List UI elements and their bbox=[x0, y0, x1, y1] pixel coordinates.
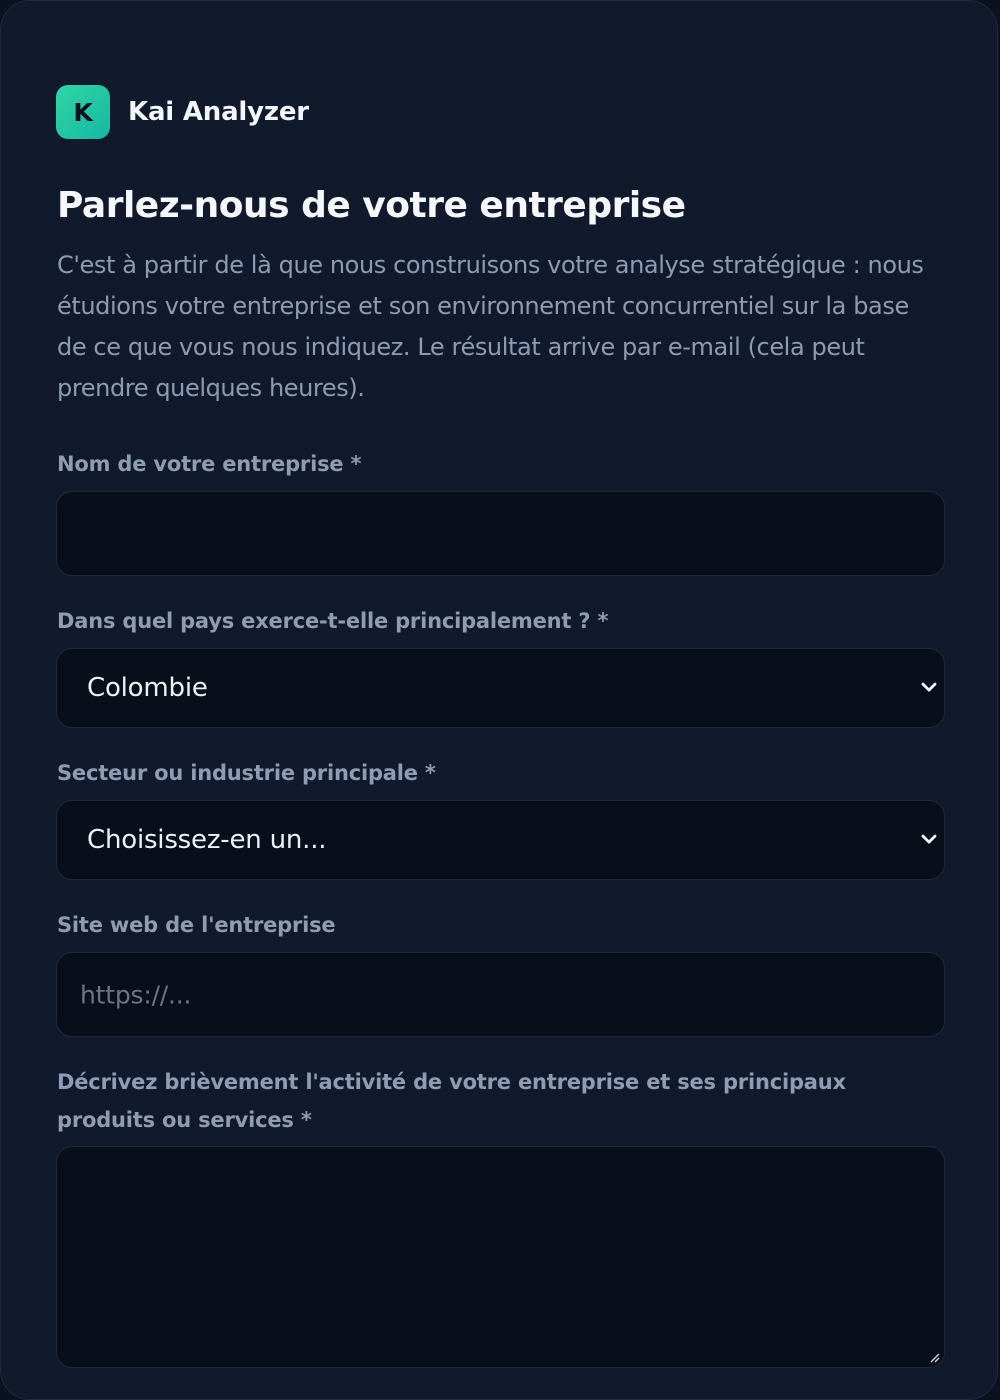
kai-logo-icon: K bbox=[56, 85, 110, 139]
chevron-down-icon bbox=[921, 682, 937, 692]
form-card: K Kai Analyzer Parlez-nous de votre entr… bbox=[0, 0, 998, 1400]
sector-select-value: Choisissez-en un... bbox=[87, 825, 327, 855]
sector-label: Secteur ou industrie principale * bbox=[57, 761, 436, 785]
chevron-down-icon bbox=[921, 834, 937, 844]
resize-handle-icon[interactable] bbox=[928, 1351, 940, 1363]
intro-text: C'est à partir de là que nous construiso… bbox=[57, 251, 924, 402]
brand-header: K Kai Analyzer bbox=[56, 85, 309, 139]
company-name-input[interactable] bbox=[56, 491, 945, 576]
website-input[interactable]: https://... bbox=[56, 952, 945, 1037]
country-select-value: Colombie bbox=[87, 673, 208, 703]
brand-name: Kai Analyzer bbox=[128, 97, 309, 127]
website-label: Site web de l'entreprise bbox=[57, 913, 336, 937]
company-name-label: Nom de votre entreprise * bbox=[57, 452, 362, 476]
country-label: Dans quel pays exerce-t-elle principalem… bbox=[57, 609, 609, 633]
page-title: Parlez-nous de votre entreprise bbox=[57, 185, 686, 226]
website-placeholder: https://... bbox=[80, 980, 192, 1009]
description-textarea[interactable] bbox=[56, 1146, 945, 1368]
country-select[interactable]: Colombie bbox=[56, 648, 945, 728]
description-label: Décrivez brièvement l'activité de votre … bbox=[57, 1070, 846, 1132]
sector-select[interactable]: Choisissez-en un... bbox=[56, 800, 945, 880]
